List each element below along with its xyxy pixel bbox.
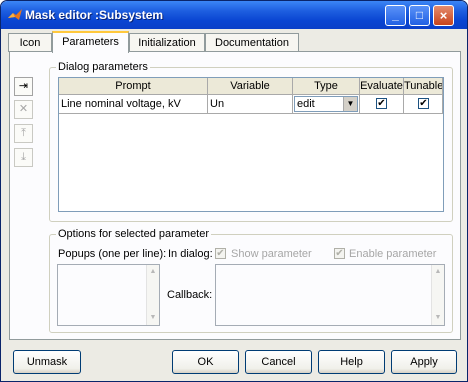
column-header-type: Type — [293, 78, 360, 95]
mask-editor-window: Mask editor :Subsystem _ □ × Icon Parame… — [0, 0, 468, 382]
tab-parameters[interactable]: Parameters — [52, 31, 129, 53]
move-down-icon: ⤓ — [21, 151, 26, 163]
chevron-down-icon: ▼ — [343, 97, 357, 111]
in-dialog-label: In dialog: — [168, 248, 213, 260]
enable-parameter-checkbox[interactable]: ✔ — [334, 248, 345, 259]
popups-textarea[interactable]: ▲ ▼ — [57, 264, 160, 326]
tab-label: Documentation — [215, 37, 289, 49]
tab-documentation[interactable]: Documentation — [205, 33, 299, 52]
evaluate-checkbox[interactable]: ✔ — [376, 98, 387, 109]
tunable-checkbox[interactable]: ✔ — [418, 98, 429, 109]
options-legend: Options for selected parameter — [56, 228, 212, 240]
show-parameter-label: Show parameter — [231, 248, 312, 260]
minimize-button[interactable]: _ — [385, 5, 406, 26]
callback-scrollbar[interactable]: ▲ ▼ — [431, 265, 444, 325]
tab-label: Initialization — [138, 37, 196, 49]
tunable-cell: ✔ — [404, 95, 443, 114]
add-parameter-button[interactable]: ⇥ — [14, 77, 33, 96]
column-header-evaluate: Evaluate — [360, 78, 404, 95]
maximize-button[interactable]: □ — [409, 5, 430, 26]
add-parameter-icon: ⇥ — [18, 80, 29, 92]
column-header-variable: Variable — [208, 78, 293, 95]
tab-label: Icon — [19, 37, 41, 49]
close-button[interactable]: × — [433, 5, 454, 26]
scroll-up-icon[interactable]: ▲ — [147, 266, 159, 278]
variable-cell[interactable]: Un — [208, 95, 293, 114]
scroll-down-icon[interactable]: ▼ — [147, 312, 159, 324]
title-bar[interactable]: Mask editor :Subsystem _ □ × — [1, 1, 467, 29]
cancel-button[interactable]: Cancel — [245, 350, 312, 374]
minimize-icon: _ — [392, 8, 399, 22]
ok-button[interactable]: OK — [172, 350, 239, 374]
close-icon: × — [439, 8, 448, 23]
column-header-tunable: Tunable — [404, 78, 443, 95]
show-parameter-checkbox[interactable]: ✔ — [215, 248, 226, 259]
popups-label: Popups (one per line): — [58, 248, 167, 260]
unmask-button[interactable]: Unmask — [13, 350, 81, 374]
tab-initialization[interactable]: Initialization — [129, 33, 205, 52]
apply-button[interactable]: Apply — [391, 350, 457, 374]
prompt-cell[interactable]: Line nominal voltage, kV — [59, 95, 208, 114]
callback-textarea[interactable]: ▲ ▼ — [215, 264, 445, 326]
delete-parameter-button[interactable]: ✕ — [14, 100, 33, 119]
tab-icon[interactable]: Icon — [8, 33, 52, 52]
tab-label: Parameters — [62, 36, 119, 48]
scroll-up-icon[interactable]: ▲ — [432, 266, 444, 278]
type-dropdown[interactable]: edit ▼ — [294, 96, 358, 112]
popups-scrollbar[interactable]: ▲ ▼ — [146, 265, 159, 325]
column-header-prompt: Prompt — [59, 78, 208, 95]
maximize-icon: □ — [415, 8, 424, 22]
matlab-logo-icon — [8, 9, 22, 20]
enable-parameter-label: Enable parameter — [349, 248, 437, 260]
type-cell: edit ▼ — [293, 95, 360, 114]
dialog-parameters-legend: Dialog parameters — [56, 61, 150, 73]
help-button[interactable]: Help — [318, 350, 385, 374]
move-up-button[interactable]: ⤒ — [14, 124, 33, 143]
evaluate-cell: ✔ — [360, 95, 404, 114]
scroll-down-icon[interactable]: ▼ — [432, 312, 444, 324]
move-down-button[interactable]: ⤓ — [14, 148, 33, 167]
type-value: edit — [297, 98, 315, 110]
move-up-icon: ⤒ — [21, 127, 26, 139]
window-title: Mask editor :Subsystem — [25, 8, 164, 22]
parameters-table: Prompt Variable Type Evaluate Tunable Li… — [58, 77, 444, 212]
callback-label: Callback: — [167, 289, 213, 301]
delete-icon: ✕ — [18, 103, 29, 115]
